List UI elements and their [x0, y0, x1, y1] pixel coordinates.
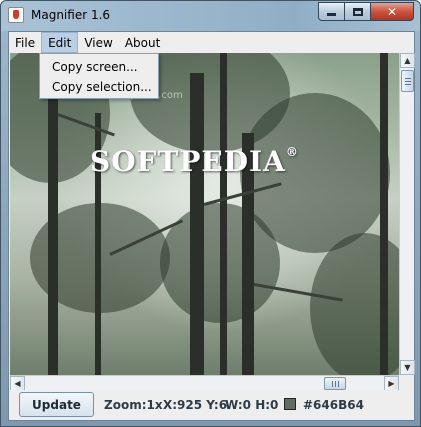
edit-menu-dropdown: Copy screen... Copy selection... — [39, 53, 159, 99]
horizontal-scrollbar[interactable]: ◀ ▶ — [10, 375, 399, 391]
close-button[interactable]: ✕ — [371, 2, 414, 21]
zoom-level: Zoom:1x — [104, 398, 163, 412]
softpedia-logo: SOFTPEDIA® — [90, 145, 299, 178]
selection-size: W:0 H:0 — [225, 398, 279, 412]
grip-line — [405, 81, 411, 82]
java-app-icon[interactable] — [8, 7, 24, 23]
softpedia-logo-text: SOFTPEDIA — [90, 145, 286, 178]
client-area: File Edit View About www.softpedia.com — [8, 31, 415, 421]
scroll-left-arrow-icon[interactable]: ◀ — [10, 376, 25, 391]
scroll-down-arrow-icon[interactable]: ▼ — [400, 360, 415, 375]
scrollbar-corner — [399, 375, 414, 390]
menu-about[interactable]: About — [119, 32, 166, 53]
vertical-scrollbar[interactable]: ▲ ▼ — [399, 53, 415, 375]
tree-trunk — [380, 53, 388, 375]
menu-bar: File Edit View About — [9, 32, 414, 53]
scroll-up-arrow-icon[interactable]: ▲ — [400, 53, 415, 68]
grip-line — [405, 78, 411, 79]
grip-line — [405, 84, 411, 85]
status-bar: Update Zoom:1x X:925 Y:6 W:0 H:0 #646B64 — [9, 390, 414, 420]
menu-item-copy-screen[interactable]: Copy screen... — [40, 57, 158, 77]
menu-item-copy-selection[interactable]: Copy selection... — [40, 77, 158, 97]
maximize-icon — [352, 7, 363, 16]
scroll-right-arrow-icon[interactable]: ▶ — [384, 376, 399, 391]
menu-file[interactable]: File — [9, 32, 41, 53]
color-swatch — [284, 398, 296, 410]
window-title: Magnifier 1.6 — [31, 8, 111, 22]
tree-trunk — [48, 53, 58, 375]
menu-view[interactable]: View — [78, 32, 118, 53]
update-button[interactable]: Update — [19, 392, 94, 417]
tree-trunk — [220, 53, 227, 375]
tree-trunk — [190, 73, 204, 375]
menu-edit[interactable]: Edit — [41, 32, 79, 53]
minimize-button[interactable] — [318, 2, 345, 21]
grip-line — [338, 381, 339, 387]
cursor-coordinates: X:925 Y:6 — [163, 398, 228, 412]
title-bar[interactable]: Magnifier 1.6 ✕ — [1, 1, 420, 31]
grip-line — [335, 381, 336, 387]
minimize-icon — [327, 13, 336, 16]
magnified-image-viewport[interactable]: www.softpedia.com SOFTPEDIA® — [10, 53, 399, 375]
grip-line — [332, 381, 333, 387]
window-controls: ✕ — [318, 2, 414, 22]
vertical-scroll-thumb[interactable] — [401, 70, 414, 92]
registered-mark: ® — [285, 145, 299, 159]
horizontal-scroll-thumb[interactable] — [324, 377, 346, 390]
color-hex-value: #646B64 — [303, 398, 364, 412]
close-icon: ✕ — [386, 4, 398, 19]
maximize-button[interactable] — [345, 2, 371, 21]
magnifier-window: Magnifier 1.6 ✕ File Edit View About SOF… — [0, 0, 421, 427]
